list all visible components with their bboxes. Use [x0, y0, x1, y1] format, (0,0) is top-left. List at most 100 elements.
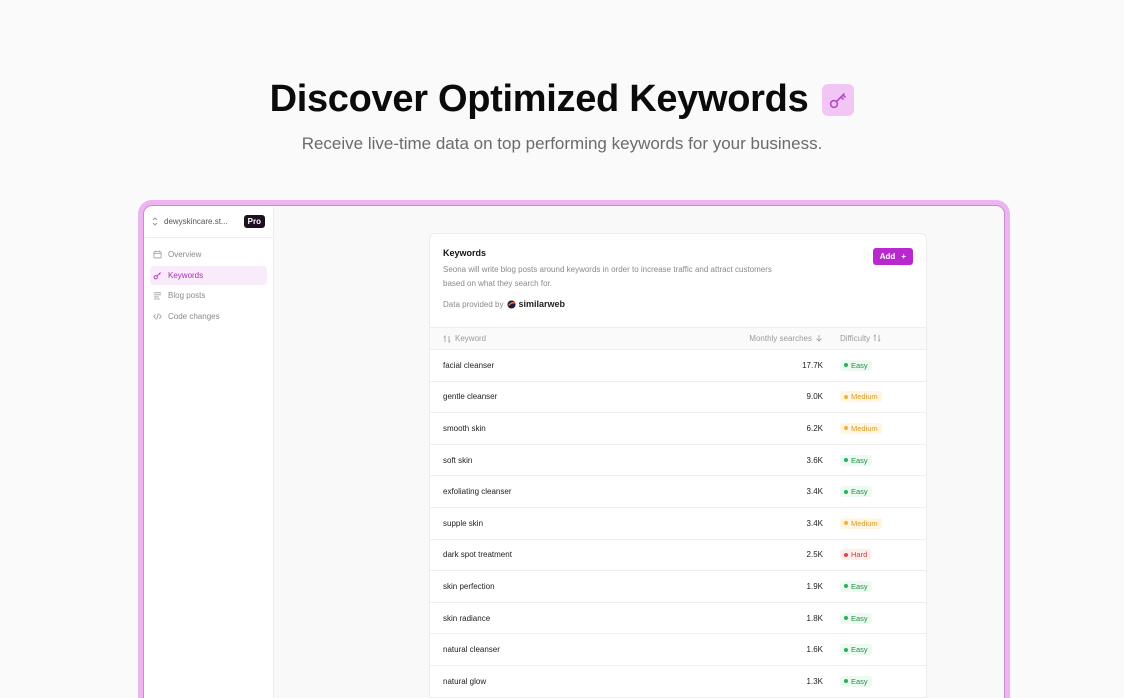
table-row[interactable]: soft skin 3.6K Easy	[430, 445, 926, 477]
table-row[interactable]: exfoliating cleanser 3.4K Easy	[430, 476, 926, 508]
table-row[interactable]: supple skin 3.4K Medium	[430, 508, 926, 540]
difficulty-cell: Medium	[823, 422, 913, 434]
table-body: facial cleanser 17.7K Easy gentle cleans…	[430, 350, 926, 698]
data-provider: Data provided by similarweb	[443, 299, 913, 309]
monthly-searches-cell: 6.2K	[806, 423, 823, 433]
sidebar: dewyskincare.st... Pro Overview Keywords…	[144, 206, 274, 698]
keyword-cell: exfoliating cleanser	[443, 487, 512, 497]
sidebar-item-code-changes[interactable]: Code changes	[150, 307, 267, 326]
difficulty-cell: Hard	[823, 549, 913, 561]
card-description: Seona will write blog posts around keywo…	[443, 265, 772, 288]
similarweb-icon	[507, 299, 517, 309]
badge-label: Easy	[851, 455, 868, 465]
difficulty-cell: Easy	[823, 580, 913, 592]
monthly-searches-cell: 1.6K	[806, 645, 823, 655]
sidebar-item-keywords[interactable]: Keywords	[150, 265, 267, 285]
sidebar-item-blog-posts[interactable]: Blog posts	[150, 286, 267, 305]
key-icon	[153, 271, 161, 279]
sidebar-item-label: Blog posts	[168, 291, 206, 300]
card-header: Keywords Seona will write blog posts aro…	[430, 234, 926, 327]
table-row[interactable]: skin perfection 1.9K Easy	[430, 571, 926, 603]
column-keyword[interactable]: Keyword	[443, 334, 703, 343]
code-icon	[153, 312, 162, 320]
add-keyword-button[interactable]: Add +	[872, 248, 913, 265]
monthly-searches-cell: 1.9K	[806, 581, 823, 591]
status-dot-icon	[844, 552, 848, 557]
keyword-cell: skin perfection	[443, 581, 495, 591]
keyword-cell: supple skin	[443, 518, 484, 528]
column-monthly-searches[interactable]: Monthly searches	[703, 334, 823, 343]
sidebar-item-overview[interactable]: Overview	[150, 245, 267, 264]
page-subtitle: Receive live-time data on top performing…	[301, 134, 823, 153]
status-dot-icon	[844, 647, 848, 652]
difficulty-badge: Easy	[840, 675, 872, 687]
difficulty-badge: Easy	[840, 454, 872, 466]
difficulty-cell: Medium	[823, 391, 913, 403]
plan-badge: Pro	[243, 215, 265, 228]
sidebar-nav: Overview Keywords Blog posts Code change…	[144, 238, 273, 334]
column-label: Difficulty	[840, 334, 871, 343]
table-row[interactable]: facial cleanser 17.7K Easy	[430, 350, 926, 382]
keyword-cell: smooth skin	[443, 423, 486, 433]
sidebar-item-label: Keywords	[168, 270, 204, 280]
table-header: Keyword Monthly searches Difficulty	[430, 327, 926, 350]
monthly-searches-cell: 3.4K	[806, 518, 823, 528]
difficulty-cell: Easy	[823, 454, 913, 466]
table-row[interactable]: natural cleanser 1.6K Easy	[430, 634, 926, 666]
difficulty-cell: Easy	[823, 359, 913, 371]
monthly-searches-cell: 1.3K	[806, 676, 823, 686]
difficulty-badge: Easy	[840, 612, 872, 624]
hero-title-row: Discover Optimized Keywords	[0, 78, 1124, 121]
badge-label: Easy	[851, 581, 868, 591]
difficulty-badge: Medium	[840, 422, 882, 434]
difficulty-cell: Easy	[823, 486, 913, 498]
table-row[interactable]: skin radiance 1.8K Easy	[430, 603, 926, 635]
lines-icon	[153, 292, 162, 300]
chevron-up-down-icon	[152, 217, 158, 226]
keyword-cell: gentle cleanser	[443, 392, 498, 402]
app-frame: dewyskincare.st... Pro Overview Keywords…	[138, 200, 1010, 698]
difficulty-cell: Easy	[823, 612, 913, 624]
badge-label: Easy	[851, 487, 868, 497]
status-dot-icon	[844, 426, 848, 431]
table-row[interactable]: natural glow 1.3K Easy	[430, 666, 926, 698]
status-dot-icon	[844, 521, 848, 526]
badge-label: Medium	[851, 392, 878, 402]
column-label: Keyword	[455, 334, 487, 343]
badge-label: Easy	[851, 613, 868, 623]
keyword-cell: natural cleanser	[443, 645, 500, 655]
difficulty-cell: Easy	[823, 644, 913, 656]
app-window: dewyskincare.st... Pro Overview Keywords…	[143, 205, 1005, 698]
sort-icon	[443, 334, 451, 343]
keyword-cell: natural glow	[443, 676, 487, 686]
badge-label: Easy	[851, 676, 868, 686]
sidebar-item-label: Code changes	[168, 311, 220, 321]
difficulty-badge: Medium	[840, 517, 882, 529]
main-content: Keywords Seona will write blog posts aro…	[274, 206, 1004, 698]
monthly-searches-cell: 1.8K	[806, 613, 823, 623]
status-dot-icon	[844, 616, 848, 621]
card-title: Keywords	[443, 248, 487, 258]
badge-label: Hard	[851, 550, 868, 560]
monthly-searches-cell: 3.6K	[806, 455, 823, 465]
provider-label: Data provided by	[443, 299, 504, 309]
badge-label: Medium	[851, 423, 878, 433]
key-icon	[822, 83, 855, 116]
status-dot-icon	[844, 584, 848, 589]
keyword-cell: soft skin	[443, 455, 473, 465]
difficulty-badge: Medium	[840, 391, 882, 403]
arrow-down-icon	[816, 335, 822, 342]
monthly-searches-cell: 9.0K	[806, 392, 823, 402]
difficulty-badge: Easy	[840, 580, 872, 592]
status-dot-icon	[844, 394, 848, 399]
status-dot-icon	[844, 489, 848, 494]
table-row[interactable]: gentle cleanser 9.0K Medium	[430, 382, 926, 414]
workspace-switcher[interactable]: dewyskincare.st... Pro	[144, 206, 273, 238]
sidebar-item-label: Overview	[168, 250, 202, 259]
table-row[interactable]: smooth skin 6.2K Medium	[430, 413, 926, 445]
similarweb-logo: similarweb	[507, 299, 565, 309]
monthly-searches-cell: 17.7K	[802, 360, 823, 370]
table-row[interactable]: dark spot treatment 2.5K Hard	[430, 540, 926, 572]
difficulty-badge: Easy	[840, 486, 872, 498]
column-difficulty[interactable]: Difficulty	[823, 334, 913, 343]
